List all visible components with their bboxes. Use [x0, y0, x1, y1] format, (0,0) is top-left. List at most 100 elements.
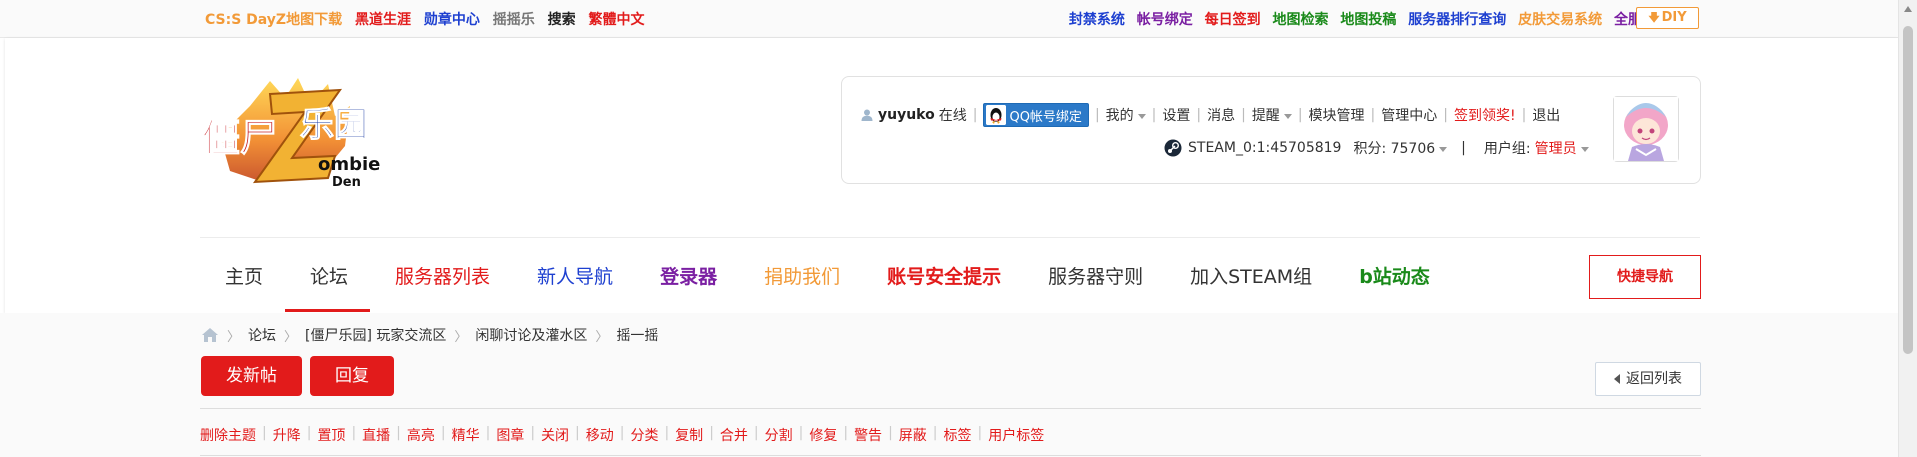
- breadcrumb-player-area[interactable]: [僵尸乐园] 玩家交流区: [305, 325, 446, 345]
- top-link-ban-system[interactable]: 封禁系统: [1069, 12, 1125, 28]
- nav-item-launcher[interactable]: 登录器: [635, 250, 739, 312]
- svg-text:僵尸: 僵尸: [202, 116, 278, 160]
- user-panel-row-links: yuyuko 在线 | QQ帐号绑定 | 我的 | 设置 | 消息 | 提醒 |…: [860, 103, 1560, 127]
- top-link-map-submit[interactable]: 地图投稿: [1340, 12, 1396, 28]
- logout-link[interactable]: 退出: [1532, 105, 1560, 125]
- my-menu[interactable]: 我的: [1106, 105, 1146, 125]
- mod-action-repair[interactable]: 修复: [809, 425, 837, 445]
- nav-item-forum[interactable]: 论坛: [285, 250, 371, 312]
- mod-action-highlight[interactable]: 高亮: [407, 425, 435, 445]
- separator: |: [1151, 107, 1157, 123]
- separator: |: [1370, 107, 1376, 123]
- moderation-actions: 删除主题 | 升降 | 置顶 | 直播 | 高亮 | 精华 | 图章 | 关闭 | 移动 | 分类…: [200, 425, 1045, 445]
- mod-action-close[interactable]: 关闭: [541, 425, 569, 445]
- mod-action-move[interactable]: 移动: [586, 425, 614, 445]
- avatar[interactable]: [1613, 96, 1679, 162]
- nav-item-home[interactable]: 主页: [200, 250, 285, 312]
- svg-text:Den: Den: [332, 175, 361, 190]
- mod-action-digest[interactable]: 精华: [452, 425, 480, 445]
- top-link-map-download[interactable]: CS:S DayZ地图下载: [205, 12, 342, 28]
- mod-action-delete-thread[interactable]: 删除主题: [200, 425, 256, 445]
- nav-item-bilibili[interactable]: b站动态: [1334, 250, 1452, 312]
- separator: |: [1443, 107, 1448, 123]
- home-icon[interactable]: [201, 327, 219, 343]
- mod-action-warn[interactable]: 警告: [854, 425, 882, 445]
- remind-menu[interactable]: 提醒: [1252, 105, 1292, 125]
- nav-item-join-steam-group[interactable]: 加入STEAM组: [1165, 250, 1334, 312]
- mod-action-user-tags[interactable]: 用户标签: [988, 425, 1044, 445]
- avatar-image-icon: [1614, 97, 1678, 161]
- new-post-button[interactable]: 发新帖: [201, 356, 302, 396]
- scrollbar-thumb[interactable]: [1903, 26, 1913, 354]
- site-logo[interactable]: 僵尸 乐园 ombie Den: [200, 76, 405, 191]
- top-link-medal-center[interactable]: 勋章中心: [424, 12, 480, 28]
- back-to-list-button[interactable]: 返回列表: [1595, 362, 1701, 396]
- mod-action-copy[interactable]: 复制: [675, 425, 703, 445]
- caret-down-icon: [1439, 146, 1448, 152]
- module-manage-link[interactable]: 模块管理: [1309, 105, 1365, 125]
- breadcrumb-forum[interactable]: 论坛: [248, 325, 276, 345]
- download-arrow-icon: 🡇: [1648, 11, 1660, 24]
- qq-bind-button[interactable]: QQ帐号绑定: [983, 103, 1089, 127]
- mod-action-block[interactable]: 屏蔽: [899, 425, 927, 445]
- top-link-search[interactable]: 搜索: [548, 12, 576, 28]
- divider: [200, 408, 1701, 409]
- zombie-den-logo-icon: 僵尸 乐园 ombie Den: [202, 78, 380, 190]
- top-link-gang-career[interactable]: 黑道生涯: [355, 12, 411, 28]
- admin-center-link[interactable]: 管理中心: [1381, 105, 1437, 125]
- mod-action-sticky[interactable]: 置顶: [317, 425, 345, 445]
- mod-action-tags[interactable]: 标签: [944, 425, 972, 445]
- top-link-server-rank[interactable]: 服务器排行查询: [1408, 12, 1506, 28]
- mod-action-split[interactable]: 分割: [765, 425, 793, 445]
- qq-penguin-icon: [986, 105, 1007, 125]
- nav-item-newbie-guide[interactable]: 新人导航: [512, 250, 635, 312]
- top-link-traditional-chinese[interactable]: 繁體中文: [588, 12, 644, 28]
- mod-action-live[interactable]: 直播: [362, 425, 390, 445]
- mod-action-merge[interactable]: 合并: [720, 425, 748, 445]
- messages-link[interactable]: 消息: [1207, 105, 1235, 125]
- steam-id: STEAM_0:1:45705819: [1188, 140, 1342, 156]
- vertical-scrollbar[interactable]: [1898, 0, 1917, 457]
- quick-nav-button[interactable]: 快捷导航: [1589, 255, 1701, 299]
- mod-action-bump[interactable]: 升降: [273, 425, 301, 445]
- triangle-left-icon: [1614, 374, 1620, 384]
- separator: |: [1521, 107, 1527, 123]
- nav-item-server-list[interactable]: 服务器列表: [370, 250, 512, 312]
- separator: |: [1241, 107, 1246, 123]
- nav-item-server-rules[interactable]: 服务器守则: [1023, 250, 1165, 312]
- top-links-left: CS:S DayZ地图下载 黑道生涯 勋章中心 摇摇乐 搜索 繁體中文: [205, 9, 652, 29]
- chevron-right-icon: 〉: [284, 329, 298, 345]
- separator: |: [1094, 107, 1100, 123]
- caret-down-icon: [1137, 113, 1146, 119]
- reply-button[interactable]: 回复: [310, 356, 394, 396]
- divider: [200, 455, 1701, 456]
- user-panel: yuyuko 在线 | QQ帐号绑定 | 我的 | 设置 | 消息 | 提醒 |…: [841, 76, 1701, 184]
- user-icon: [861, 109, 873, 121]
- top-link-map-search[interactable]: 地图检索: [1273, 12, 1329, 28]
- username[interactable]: yuyuko: [878, 107, 935, 123]
- nav-item-account-security[interactable]: 账号安全提示: [862, 250, 1023, 312]
- mod-action-category[interactable]: 分类: [630, 425, 658, 445]
- top-link-bar: CS:S DayZ地图下载 黑道生涯 勋章中心 摇摇乐 搜索 繁體中文 封禁系统…: [0, 0, 1898, 38]
- user-panel-row-stats: STEAM_0:1:45705819 积分: 75706 | 用户组: 管理员: [1164, 138, 1589, 158]
- caret-down-icon: [1580, 146, 1589, 152]
- points-menu[interactable]: 积分: 75706: [1353, 138, 1448, 158]
- scroll-up-arrow-icon[interactable]: [1904, 6, 1912, 12]
- checkin-reward-link[interactable]: 签到领奖!: [1454, 105, 1516, 125]
- separator: |: [1461, 140, 1466, 156]
- diy-button[interactable]: 🡇 DIY: [1636, 7, 1699, 29]
- separator: |: [972, 107, 978, 123]
- settings-link[interactable]: 设置: [1162, 105, 1190, 125]
- online-status[interactable]: 在线: [939, 105, 967, 125]
- top-link-daily-checkin[interactable]: 每日签到: [1205, 12, 1261, 28]
- top-link-shake[interactable]: 摇摇乐: [493, 12, 535, 28]
- usergroup-menu[interactable]: 管理员: [1535, 138, 1589, 158]
- svg-text:ombie: ombie: [318, 154, 380, 175]
- breadcrumb-current[interactable]: 摇一摇: [616, 325, 658, 345]
- nav-item-donate[interactable]: 捐助我们: [739, 250, 862, 312]
- separator: |: [1196, 107, 1202, 123]
- top-link-skin-trade[interactable]: 皮肤交易系统: [1518, 12, 1602, 28]
- mod-action-stamp[interactable]: 图章: [496, 425, 524, 445]
- top-link-account-bind[interactable]: 帐号绑定: [1137, 12, 1193, 28]
- breadcrumb-chat-area[interactable]: 闲聊讨论及灌水区: [475, 325, 587, 345]
